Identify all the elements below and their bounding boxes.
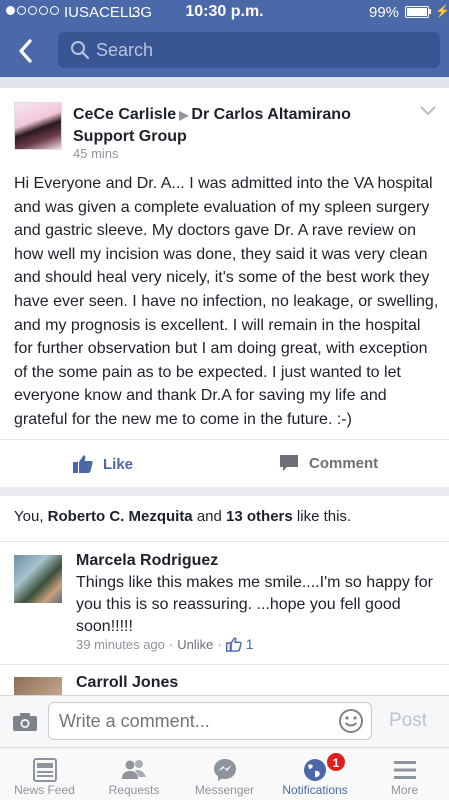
tab-label: More: [390, 783, 419, 797]
comment-input[interactable]: [48, 702, 372, 740]
tab-news-feed[interactable]: News Feed: [0, 747, 89, 800]
author-name[interactable]: CeCe Carlisle: [73, 106, 176, 123]
author-avatar[interactable]: [14, 102, 62, 150]
post-timestamp: 45 mins: [73, 146, 119, 161]
divider: [0, 541, 449, 542]
post-button[interactable]: Post: [389, 710, 427, 732]
tab-messenger[interactable]: Messenger: [179, 747, 270, 800]
thumbs-up-icon: [225, 636, 242, 652]
post-header: CeCe Carlisle ▶ Dr Carlos Altamirano Suppo…: [73, 104, 413, 147]
tab-more[interactable]: More: [360, 747, 449, 800]
smiley-icon[interactable]: [338, 708, 364, 734]
search-icon: [71, 41, 90, 60]
tab-notifications[interactable]: Notifications: [270, 747, 360, 800]
comment-bubble-icon: [280, 455, 298, 471]
comment-like-count[interactable]: 1: [246, 636, 254, 652]
unlike-link[interactable]: Unlike: [177, 637, 213, 652]
comment-button[interactable]: Comment: [279, 454, 378, 472]
back-chevron-icon: [19, 39, 32, 63]
notification-badge: 1: [326, 752, 346, 772]
likes-summary[interactable]: You, Roberto C. Mezquita and 13 others l…: [14, 508, 351, 525]
divider: [0, 439, 449, 440]
commenter-name[interactable]: Carroll Jones: [76, 674, 178, 692]
search-input[interactable]: Search: [58, 32, 440, 68]
back-button[interactable]: [12, 36, 42, 66]
chevron-down-icon[interactable]: [419, 105, 437, 117]
divider: [0, 664, 449, 665]
tab-label: Notifications: [282, 783, 348, 797]
search-placeholder: Search: [96, 40, 154, 60]
like-label: Like: [103, 455, 134, 473]
battery-percent: 99%: [369, 4, 400, 21]
tab-label: News Feed: [14, 783, 75, 797]
post-text: Hi Everyone and Dr. A... I was admitted …: [14, 175, 439, 428]
commenter-name[interactable]: Marcela Rodriguez: [76, 552, 218, 570]
tab-label: Requests: [108, 783, 160, 797]
comment-text: Things like this makes me smile....I'm s…: [76, 574, 433, 635]
status-bar: IUSACELL 3G 10:30 p.m. 99% ⚡: [0, 0, 449, 26]
like-button[interactable]: Like: [72, 454, 133, 474]
friend-requests-icon: [122, 760, 146, 779]
commenter-avatar[interactable]: [14, 555, 62, 603]
share-arrow-icon: ▶: [179, 108, 189, 122]
tab-requests[interactable]: Requests: [89, 747, 179, 800]
comment-meta: 39 minutes ago · Unlike · 1: [76, 636, 254, 652]
thumbs-up-icon: [73, 455, 93, 473]
tab-label: Messenger: [194, 783, 255, 797]
app-header: IUSACELL 3G 10:30 p.m. 99% ⚡ Search: [0, 0, 449, 77]
comment-timestamp: 39 minutes ago: [76, 636, 165, 652]
battery-icon: [405, 6, 429, 18]
comment-label: Comment: [309, 454, 379, 472]
charging-icon: ⚡: [435, 4, 449, 18]
news-feed-icon: [32, 758, 57, 782]
section-divider: [0, 487, 449, 496]
globe-icon: [304, 759, 326, 781]
others-count[interactable]: 13 others: [226, 508, 293, 525]
messenger-icon: [213, 759, 236, 781]
liker-name[interactable]: Roberto C. Mezquita: [48, 508, 193, 525]
camera-icon[interactable]: [12, 712, 38, 732]
header-divider: [0, 77, 449, 88]
commenter-avatar[interactable]: [14, 677, 62, 695]
menu-icon: [393, 761, 416, 779]
